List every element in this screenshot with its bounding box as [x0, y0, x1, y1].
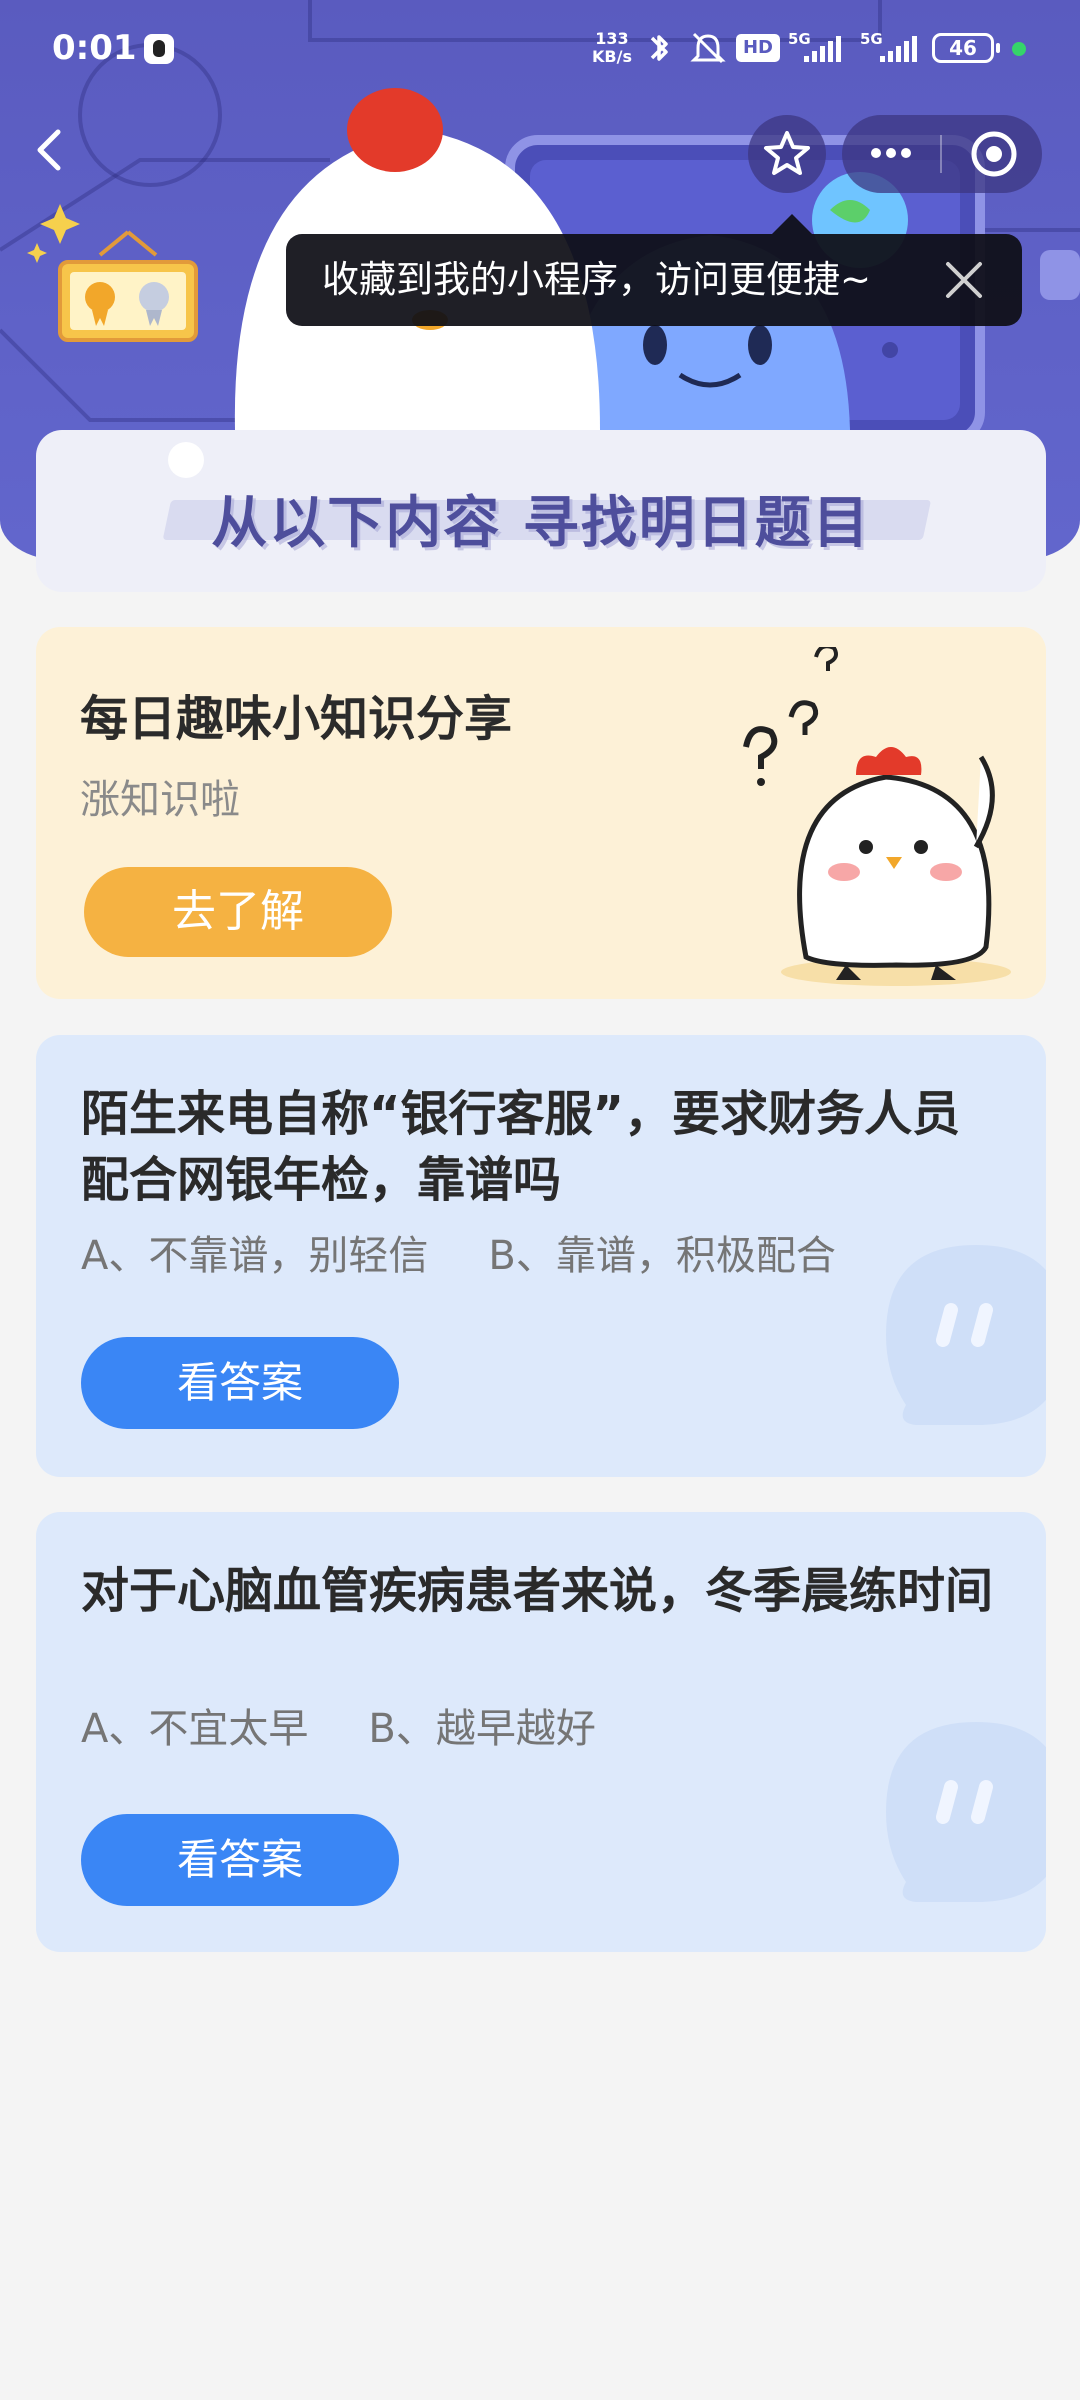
target-circle-icon	[971, 131, 1017, 177]
option-a: A、不宜太早	[81, 1706, 309, 1752]
qq-notification-icon	[144, 34, 174, 64]
confused-chick-illustration	[743, 647, 1011, 986]
chat-bubble-decoration-icon	[886, 1245, 1046, 1425]
find-tomorrow-banner: 从以下内容 寻找明日题目	[36, 430, 1046, 592]
network-speed: 133 KB/s	[592, 30, 632, 66]
back-chevron-icon[interactable]	[20, 120, 80, 180]
question-options: A、不宜太早 B、越早越好	[81, 1696, 596, 1754]
info-card-subtitle: 涨知识啦	[80, 777, 240, 823]
hd-voice-badge: HD	[736, 34, 780, 62]
question-title: 对于心脑血管疾病患者来说，冬季晨练时间	[81, 1563, 994, 1619]
banner-title: 从以下内容 寻找明日题目	[211, 491, 871, 556]
option-b: B、靠谱，积极配合	[488, 1233, 836, 1279]
network-speed-value: 133	[595, 29, 629, 48]
learn-more-button[interactable]: 去了解	[84, 867, 392, 957]
question-card: 陌生来电自称“银行客服”，要求财务人员配合网银年检，靠谱吗 A、不靠谱，别轻信 B…	[36, 1035, 1046, 1477]
miniprogram-capsule	[842, 115, 1042, 193]
mute-bell-icon	[690, 32, 726, 64]
view-answer-button[interactable]: 看答案	[81, 1337, 399, 1429]
close-icon[interactable]	[938, 254, 990, 306]
info-card-title: 每日趣味小知识分享	[80, 691, 513, 747]
favorite-star-button[interactable]	[748, 115, 826, 193]
more-dots-icon	[871, 148, 911, 158]
star-outline-icon	[764, 131, 810, 175]
daily-knowledge-card: 每日趣味小知识分享 涨知识啦 去了解	[36, 627, 1046, 999]
view-answer-button[interactable]: 看答案	[81, 1814, 399, 1906]
status-bar: 0:01 133 KB/s HD 5G 5G 46	[0, 0, 1080, 100]
question-card: 对于心脑血管疾病患者来说，冬季晨练时间 A、不宜太早 B、越早越好 看答案	[36, 1512, 1046, 1952]
option-b: B、越早越好	[368, 1706, 596, 1752]
tooltip-text: 收藏到我的小程序，访问更便捷~	[322, 258, 872, 301]
option-a: A、不靠谱，别轻信	[81, 1233, 429, 1279]
bluetooth-icon	[650, 35, 668, 61]
favorite-tooltip: 收藏到我的小程序，访问更便捷~	[286, 214, 1022, 326]
status-time: 0:01	[52, 28, 137, 68]
medal-frame-decoration	[27, 204, 198, 342]
chat-bubble-decoration-icon	[886, 1722, 1046, 1902]
close-miniprogram-button[interactable]	[942, 115, 1042, 193]
more-button[interactable]	[842, 115, 940, 193]
battery-indicator: 46	[932, 33, 1000, 63]
signal-strength-2-icon	[880, 36, 917, 62]
question-options: A、不靠谱，别轻信 B、靠谱，积极配合	[81, 1223, 836, 1281]
signal-strength-icon	[804, 36, 841, 62]
privacy-dot-icon	[1012, 42, 1026, 56]
network-speed-unit: KB/s	[592, 47, 632, 66]
question-title: 陌生来电自称“银行客服”，要求财务人员配合网银年检，靠谱吗	[81, 1086, 961, 1208]
